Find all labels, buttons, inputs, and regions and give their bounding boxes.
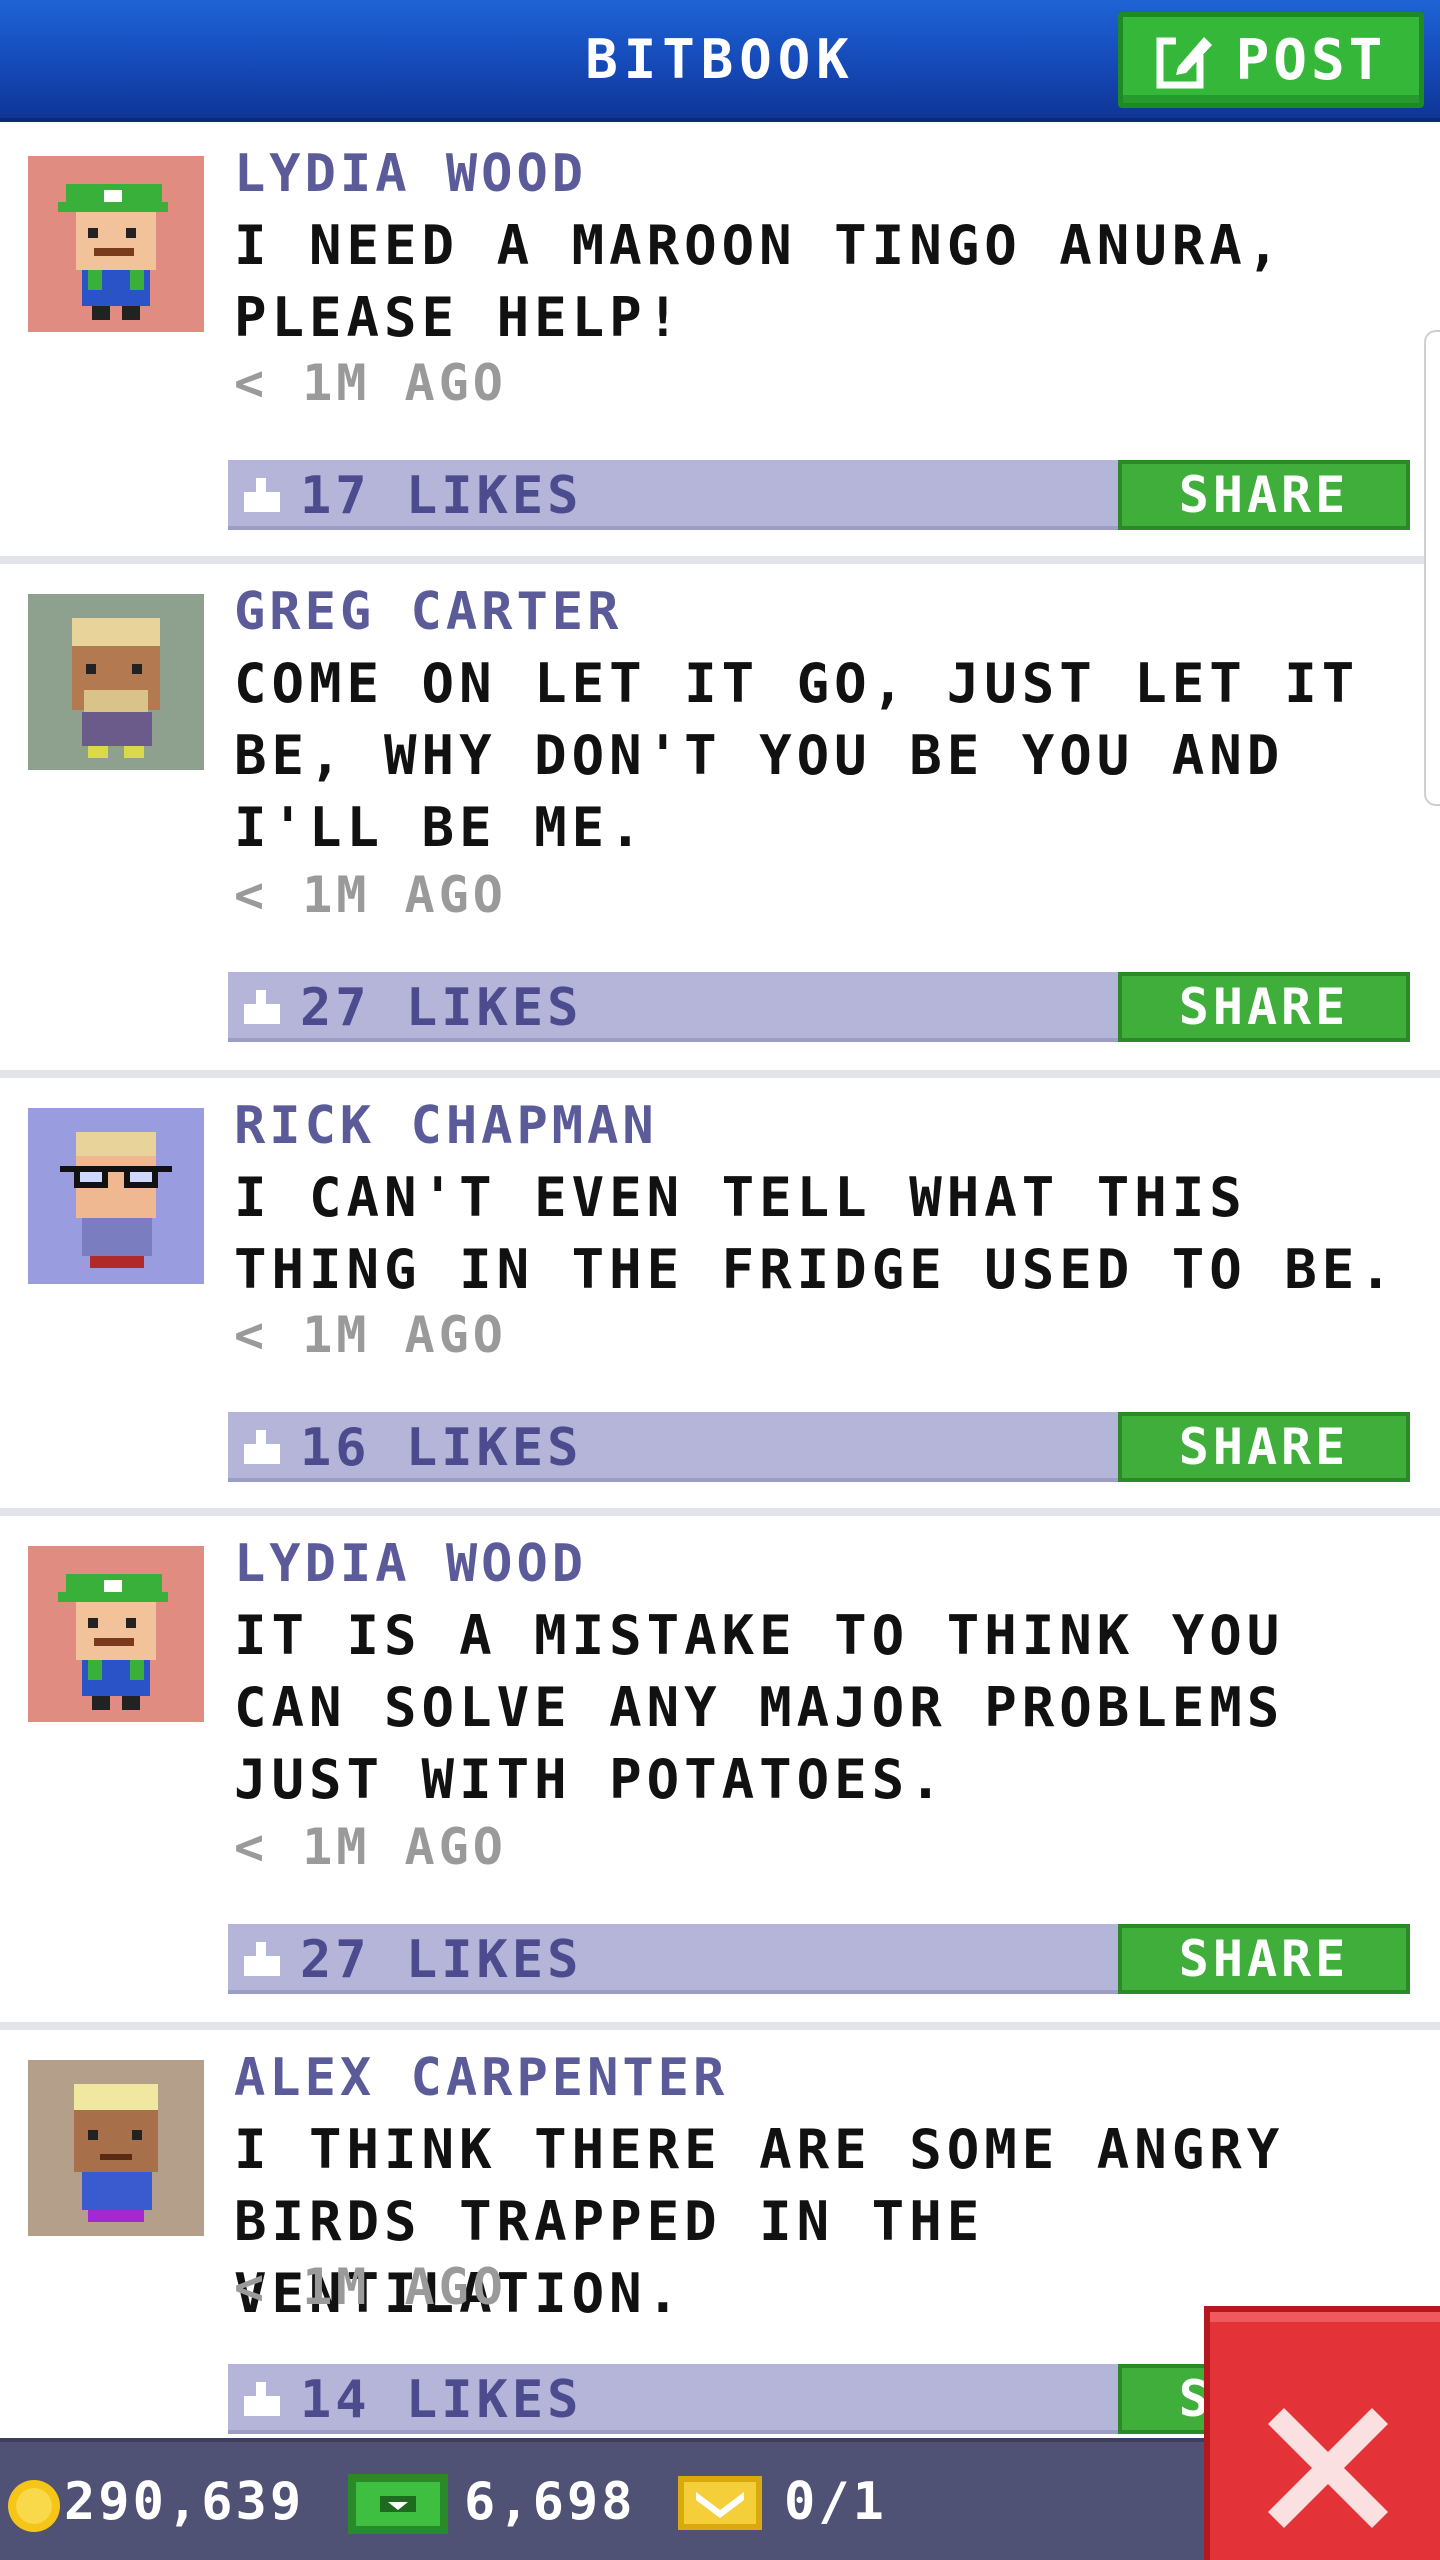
share-button[interactable]: SHARE [1118, 460, 1410, 530]
likes-bar: 16 LIKES SHARE [228, 1412, 1410, 1482]
likes-bar: 27 LIKES SHARE [228, 972, 1410, 1042]
feed-post: LYDIA WOOD IT IS A MISTAKE TO THINK YOU … [0, 1516, 1440, 2030]
feed-post: GREG CARTER COME ON LET IT GO, JUST LET … [0, 564, 1440, 1078]
thumbs-up-icon[interactable] [242, 474, 284, 514]
scroll-handle[interactable] [1424, 330, 1440, 806]
share-button[interactable]: SHARE [1118, 972, 1410, 1042]
post-time: < 1M AGO [234, 1306, 507, 1364]
post-author[interactable]: LYDIA WOOD [234, 144, 587, 204]
likes-bar: 17 LIKES SHARE [228, 460, 1410, 530]
close-icon [1268, 2408, 1388, 2528]
avatar[interactable] [28, 156, 204, 332]
post-author[interactable]: ALEX CARPENTER [234, 2048, 728, 2108]
close-button[interactable] [1204, 2306, 1440, 2560]
top-bar: BITBOOK POST [0, 0, 1440, 122]
bux-icon [348, 2474, 448, 2534]
likes-count: 17 LIKES [300, 466, 583, 526]
post-author[interactable]: RICK CHAPMAN [234, 1096, 658, 1156]
coin-count: 290,639 [64, 2472, 305, 2532]
avatar[interactable] [28, 1108, 204, 1284]
likes-count: 27 LIKES [300, 1930, 583, 1990]
thumbs-up-icon[interactable] [242, 1938, 284, 1978]
edit-icon [1156, 35, 1212, 89]
post-message: IT IS A MISTAKE TO THINK YOU CAN SOLVE A… [234, 1604, 1285, 1811]
post-time: < 1M AGO [234, 354, 507, 412]
likes-count: 27 LIKES [300, 978, 583, 1038]
likes-count: 16 LIKES [300, 1418, 583, 1478]
post-time: < 1M AGO [234, 2258, 507, 2316]
ticket-icon [678, 2476, 762, 2530]
post-message: COME ON LET IT GO, JUST LET IT BE, WHY D… [234, 652, 1360, 859]
ticket-count: 0/1 [784, 2472, 887, 2532]
likes-bar: 27 LIKES SHARE [228, 1924, 1410, 1994]
avatar[interactable] [28, 1546, 204, 1722]
post-button-label: POST [1235, 27, 1387, 93]
coin-icon [8, 2480, 60, 2532]
post-message: I CAN'T EVEN TELL WHAT THIS THING IN THE… [234, 1166, 1397, 1301]
thumbs-up-icon[interactable] [242, 2378, 284, 2418]
post-time: < 1M AGO [234, 1818, 507, 1876]
avatar[interactable] [28, 2060, 204, 2236]
share-button[interactable]: SHARE [1118, 1924, 1410, 1994]
post-time: < 1M AGO [234, 866, 507, 924]
post-message: I NEED A MAROON TINGO ANURA, PLEASE HELP… [234, 214, 1285, 349]
post-button[interactable]: POST [1118, 12, 1424, 108]
share-button[interactable]: SHARE [1118, 1412, 1410, 1482]
post-author[interactable]: LYDIA WOOD [234, 1534, 587, 1594]
avatar[interactable] [28, 594, 204, 770]
likes-count: 14 LIKES [300, 2370, 583, 2430]
thumbs-up-icon[interactable] [242, 1426, 284, 1466]
thumbs-up-icon[interactable] [242, 986, 284, 1026]
feed-post: RICK CHAPMAN I CAN'T EVEN TELL WHAT THIS… [0, 1078, 1440, 1516]
post-author[interactable]: GREG CARTER [234, 582, 622, 642]
bux-count: 6,698 [464, 2472, 636, 2532]
feed-post: LYDIA WOOD I NEED A MAROON TINGO ANURA, … [0, 126, 1440, 564]
